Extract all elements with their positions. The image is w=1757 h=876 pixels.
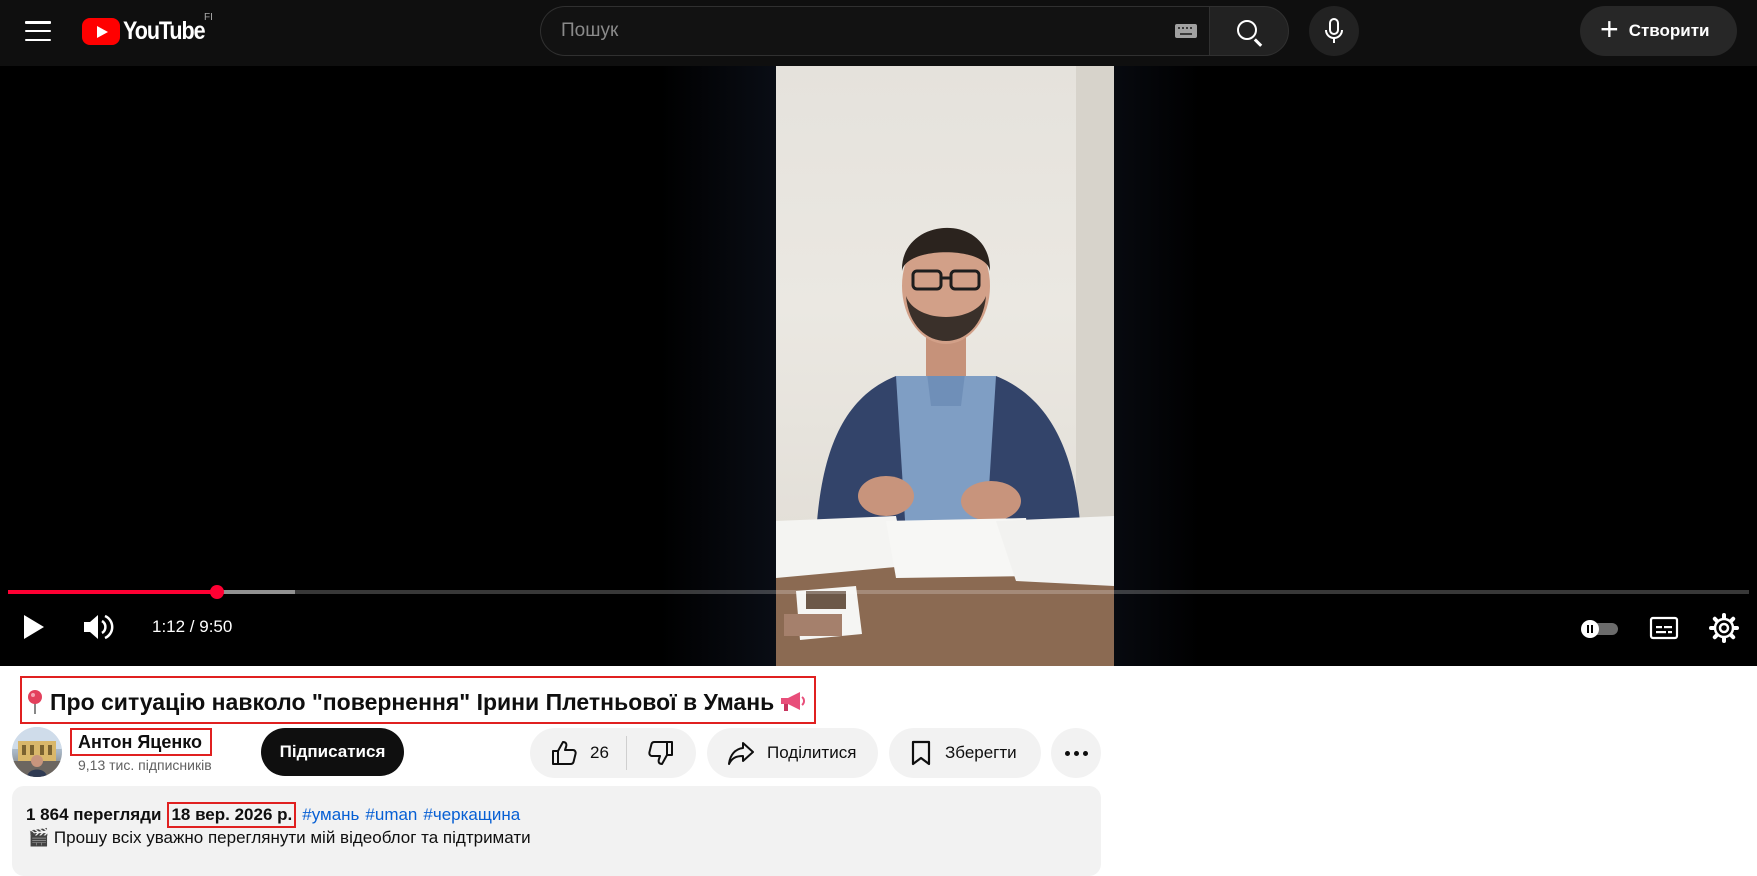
progress-bar[interactable]: [8, 585, 1749, 599]
logo-text: YouTube: [123, 16, 206, 45]
subtitles-button[interactable]: [1648, 614, 1680, 642]
round-pushpin-icon: [28, 690, 42, 714]
play-button[interactable]: [20, 612, 48, 642]
microphone-icon: [1325, 18, 1343, 43]
menu-icon[interactable]: [18, 17, 58, 45]
hashtag-link[interactable]: #черкащина: [423, 805, 520, 824]
autoplay-icon: [1581, 620, 1618, 638]
settings-button[interactable]: [1708, 612, 1740, 644]
masthead: YouTube FI + Створити: [0, 0, 1757, 66]
save-button[interactable]: Зберегти: [889, 728, 1041, 778]
upload-date: 18 вер. 2026 р.: [167, 802, 297, 828]
voice-search-button[interactable]: [1309, 6, 1359, 56]
video-frame[interactable]: [776, 66, 1114, 666]
video-still-image: [776, 66, 1114, 666]
hashtag-link[interactable]: #uman: [365, 805, 417, 824]
channel-avatar[interactable]: [12, 727, 62, 777]
subtitles-icon: [1649, 616, 1679, 640]
thumbs-down-icon: [648, 741, 673, 765]
more-dot-icon: [1064, 750, 1070, 756]
youtube-logo[interactable]: YouTube: [82, 16, 218, 46]
country-code: FI: [204, 12, 213, 23]
create-button[interactable]: + Створити: [1580, 6, 1737, 56]
description-text: 🎬 Прошу всіх уважно переглянути мій віде…: [28, 828, 531, 847]
subscribe-button[interactable]: Підписатися: [261, 728, 404, 776]
like-button[interactable]: 26: [530, 728, 626, 778]
search-input[interactable]: [540, 6, 1209, 56]
loudspeaker-icon: [781, 692, 806, 711]
dislike-button[interactable]: [627, 728, 695, 778]
scrubber-handle[interactable]: [209, 585, 224, 599]
description-box[interactable]: 1 864 перегляди 18 вер. 2026 р. #умань #u…: [12, 786, 1101, 876]
bookmark-icon: [911, 740, 931, 766]
youtube-play-icon: [82, 17, 120, 45]
progress-played: [8, 590, 217, 594]
search-button[interactable]: [1209, 6, 1289, 56]
more-dot-icon: [1082, 750, 1088, 756]
search-icon: [1237, 20, 1257, 40]
volume-icon: [84, 614, 114, 640]
view-count: 1 864 перегляди: [26, 805, 162, 824]
more-dot-icon: [1073, 750, 1079, 756]
avatar-image: [12, 727, 62, 777]
video-title-text: Про ситуацію навколо "повернення" Ірини …: [50, 688, 775, 715]
plus-icon: +: [1600, 11, 1619, 47]
play-icon: [24, 615, 44, 639]
keyboard-icon[interactable]: [1175, 24, 1197, 38]
share-button[interactable]: Поділитися: [707, 728, 878, 778]
autoplay-toggle[interactable]: [1578, 618, 1622, 640]
search-box: [540, 6, 1289, 56]
mute-button[interactable]: [82, 612, 116, 642]
create-label: Створити: [1628, 21, 1710, 40]
hashtags: #умань #uman #черкащина: [302, 805, 526, 825]
hashtag-link[interactable]: #умань: [302, 805, 359, 824]
video-player[interactable]: 1:12 / 9:50: [0, 66, 1757, 666]
like-dislike-group: 26: [530, 728, 696, 778]
thumbs-up-icon: [552, 741, 577, 765]
time-display: 1:12 / 9:50: [152, 617, 233, 636]
share-icon: [728, 742, 754, 765]
like-count: 26: [590, 743, 609, 762]
gear-icon: [1709, 613, 1739, 643]
subscriber-count: 9,13 тис. підписників: [78, 757, 212, 773]
share-label: Поділитися: [767, 743, 857, 762]
save-label: Зберегти: [945, 743, 1017, 762]
more-actions-button[interactable]: [1051, 728, 1101, 778]
channel-name[interactable]: Антон Яценко: [70, 728, 212, 756]
video-title: Про ситуацію навколо "повернення" Ірини …: [20, 676, 817, 724]
description-meta: 1 864 перегляди 18 вер. 2026 р. #умань #u…: [26, 802, 526, 828]
